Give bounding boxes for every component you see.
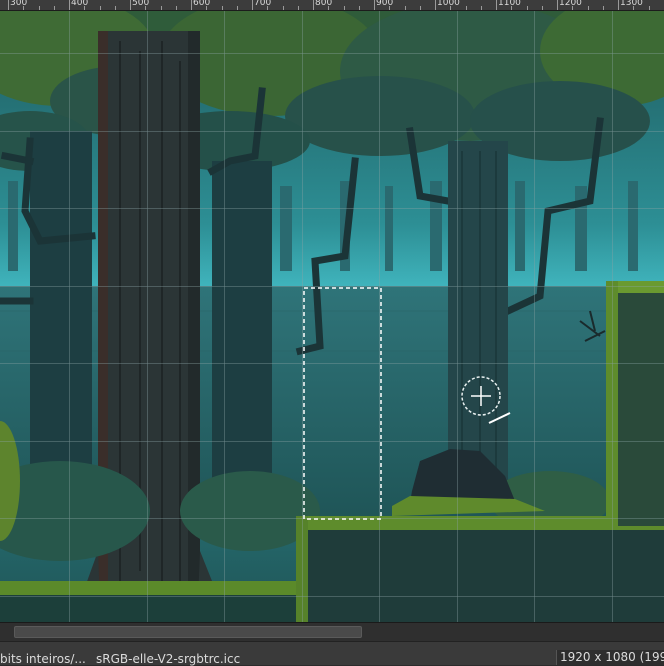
ruler-minor-tick: [145, 6, 146, 10]
ruler-label: 500: [132, 0, 149, 8]
ruler-minor-tick: [100, 6, 101, 10]
ruler-minor-tick: [542, 6, 543, 10]
horizontal-ruler[interactable]: 300 400 500 600 700 800 900 1000 1100 1200 1300: [0, 0, 664, 11]
ruler-minor-tick: [588, 6, 589, 10]
ruler-minor-tick: [344, 6, 345, 10]
ruler-minor-tick: [420, 6, 421, 10]
ruler-tick: [557, 0, 558, 10]
ruler-minor-tick: [84, 6, 85, 10]
ruler-tick: [435, 0, 436, 10]
ruler-minor-tick: [511, 6, 512, 10]
ruler-minor-tick: [54, 6, 55, 10]
ruler-minor-tick: [603, 6, 604, 10]
ruler-label: 600: [193, 0, 210, 8]
ruler-tick: [8, 0, 9, 10]
ruler-minor-tick: [389, 6, 390, 10]
ruler-minor-tick: [115, 6, 116, 10]
ruler-minor-tick: [222, 6, 223, 10]
ruler-minor-tick: [405, 6, 406, 10]
image-dimensions-label: 1920 x 1080 (199: [556, 650, 664, 665]
ruler-minor-tick: [176, 6, 177, 10]
ruler-label: 1100: [498, 0, 521, 8]
ruler-tick: [191, 0, 192, 10]
ruler-minor-tick: [527, 6, 528, 10]
ruler-minor-tick: [267, 6, 268, 10]
ruler-minor-tick: [450, 6, 451, 10]
ruler-minor-tick: [633, 6, 634, 10]
ruler-tick: [618, 0, 619, 10]
canvas-grid: [0, 11, 664, 622]
ruler-minor-tick: [237, 6, 238, 10]
ruler-minor-tick: [298, 6, 299, 10]
ruler-minor-tick: [206, 6, 207, 10]
ruler-label: 800: [315, 0, 332, 8]
ruler-minor-tick: [161, 6, 162, 10]
ruler-label: 1200: [559, 0, 582, 8]
ruler-minor-tick: [23, 6, 24, 10]
ruler-tick: [374, 0, 375, 10]
status-bar: bits inteiros/... sRGB-elle-V2-srgbtrc.i…: [0, 641, 664, 665]
canvas-view[interactable]: [0, 11, 664, 622]
ruler-minor-tick: [481, 6, 482, 10]
ruler-label: 900: [376, 0, 393, 8]
ruler-label: 700: [254, 0, 271, 8]
ruler-tick: [130, 0, 131, 10]
ruler-label: 1000: [437, 0, 460, 8]
ruler-label: 300: [10, 0, 27, 8]
ruler-minor-tick: [283, 6, 284, 10]
ruler-minor-tick: [649, 6, 650, 10]
ruler-tick: [313, 0, 314, 10]
ruler-tick: [496, 0, 497, 10]
ruler-tick: [252, 0, 253, 10]
horizontal-scrollbar[interactable]: [0, 622, 664, 641]
ruler-minor-tick: [466, 6, 467, 10]
ruler-minor-tick: [359, 6, 360, 10]
ruler-label: 1300: [620, 0, 643, 8]
ruler-minor-tick: [572, 6, 573, 10]
ruler-tick: [69, 0, 70, 10]
pixel-art-forest-scene: [0, 11, 664, 622]
ruler-minor-tick: [39, 6, 40, 10]
scrollbar-thumb[interactable]: [14, 626, 362, 638]
ruler-label: 400: [71, 0, 88, 8]
ruler-minor-tick: [328, 6, 329, 10]
